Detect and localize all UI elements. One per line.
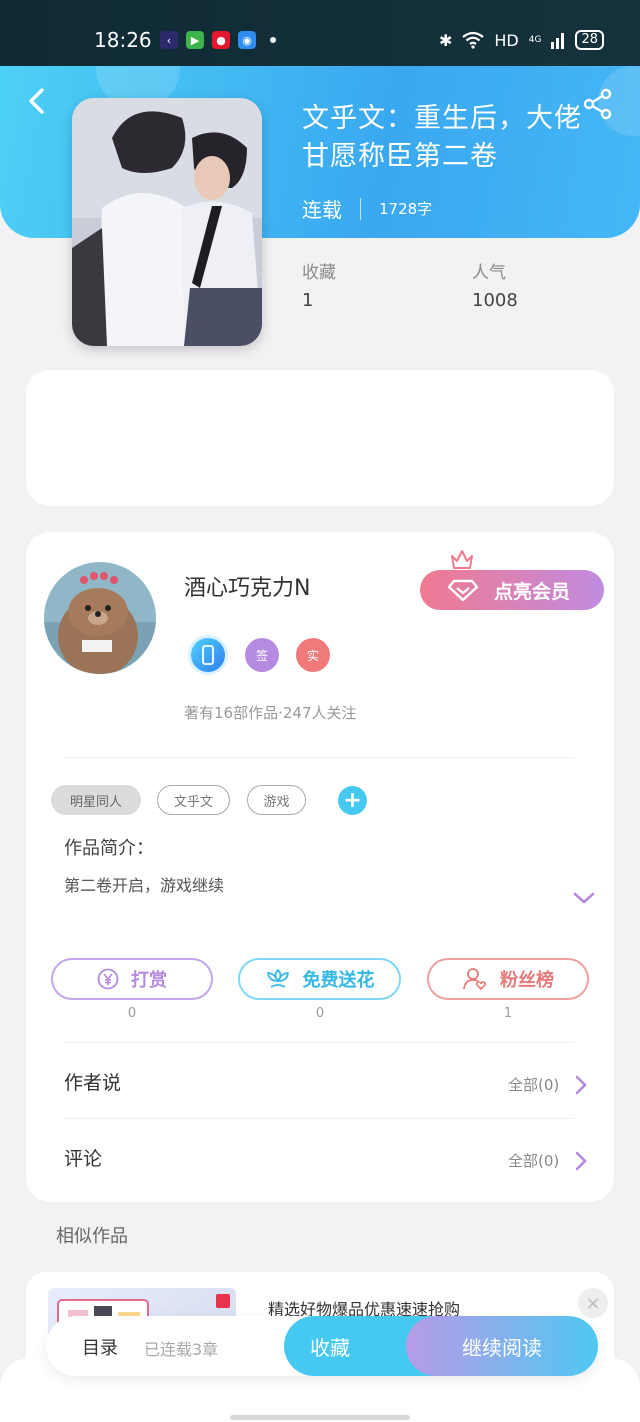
more-notifications-dot xyxy=(270,37,276,43)
status-time: 18:26 xyxy=(94,28,152,52)
section-divider xyxy=(64,1042,574,1043)
status-indicators: ✱ HD 4G 28 xyxy=(439,30,604,50)
weibo-icon: ● xyxy=(212,31,230,49)
home-indicator[interactable] xyxy=(230,1415,410,1420)
tag-item[interactable]: 游戏 xyxy=(247,785,306,815)
send-flower-button[interactable]: 免费送花 xyxy=(238,958,401,1000)
vip-button-label: 点亮会员 xyxy=(494,580,571,603)
expand-chevron-icon[interactable] xyxy=(572,890,596,906)
book-title: 文乎文：重生后，大佬甘愿称臣第二卷 xyxy=(302,103,582,172)
send-flower-label: 免费送花 xyxy=(302,970,375,991)
crown-icon xyxy=(451,550,473,569)
fans-count: 1 xyxy=(503,1006,513,1021)
flower-icon xyxy=(266,969,289,988)
meta-divider xyxy=(360,197,361,220)
signed-badge[interactable]: 签 xyxy=(245,638,279,672)
chevron-right-icon[interactable] xyxy=(574,1150,588,1172)
serial-status: 连载 xyxy=(302,198,342,222)
book-cover-image[interactable] xyxy=(72,98,262,346)
section-divider xyxy=(64,757,574,758)
chevron-right-icon[interactable] xyxy=(574,1074,588,1096)
similar-works-title: 相似作品 xyxy=(56,1226,128,1247)
signal-label: 4G xyxy=(528,34,542,45)
close-ad-icon[interactable]: × xyxy=(578,1288,608,1318)
author-says-label[interactable]: 作者说 xyxy=(64,1068,121,1095)
author-name[interactable]: 酒心巧克力N xyxy=(184,570,310,602)
bluetooth-icon: ✱ xyxy=(438,30,453,50)
battery-icon: 28 xyxy=(575,30,604,50)
cover-illustration xyxy=(72,98,262,346)
popularity-value: 1008 xyxy=(472,290,518,311)
chapters-count: 已连载3章 xyxy=(144,1340,219,1359)
back-button[interactable] xyxy=(22,86,52,116)
author-avatar[interactable] xyxy=(44,562,156,674)
notification-icons: ‹ ▶ ● ◉ xyxy=(160,31,276,49)
add-tag-button[interactable]: + xyxy=(338,786,367,815)
browser-icon: ◉ xyxy=(238,31,256,49)
video-icon: ▶ xyxy=(186,31,204,49)
author-stats: 著有16部作品·247人关注 xyxy=(184,704,357,722)
tip-count: 0 xyxy=(127,1006,137,1021)
favorites-label: 收藏 xyxy=(302,263,336,283)
level-badge-icon[interactable] xyxy=(191,638,225,672)
fans-ranking-label: 粉丝榜 xyxy=(500,970,554,991)
comments-label[interactable]: 评论 xyxy=(64,1144,102,1171)
network-label: HD xyxy=(494,30,519,50)
status-bar: 18:26 ‹ ▶ ● ◉ ✱ HD 4G 28 xyxy=(0,0,640,66)
collect-label: 收藏 xyxy=(310,1335,350,1360)
blank-card xyxy=(26,370,614,506)
word-count: 1728字 xyxy=(379,200,433,218)
wifi-icon xyxy=(462,31,485,49)
verified-badge[interactable]: 实 xyxy=(296,638,330,672)
comments-all[interactable]: 全部(0) xyxy=(508,1150,559,1171)
book-meta: 连载 1728字 xyxy=(302,194,432,223)
flower-count: 0 xyxy=(315,1006,325,1021)
catalog-button[interactable]: 目录 xyxy=(82,1334,118,1360)
tag-item[interactable]: 明星同人 xyxy=(51,785,141,815)
diamond-icon xyxy=(448,579,478,601)
tip-label: 打赏 xyxy=(131,970,167,991)
kuaishou-icon: ‹ xyxy=(160,31,178,49)
continue-reading-label: 继续阅读 xyxy=(462,1335,542,1360)
fans-ranking-button[interactable]: 粉丝榜 xyxy=(427,958,589,1000)
vip-member-button[interactable]: 点亮会员 xyxy=(420,570,604,610)
avatar-illustration xyxy=(44,562,156,674)
popularity-label: 人气 xyxy=(472,263,506,283)
yen-icon xyxy=(97,968,119,990)
continue-reading-button[interactable]: 继续阅读 xyxy=(406,1316,598,1376)
tag-item[interactable]: 文乎文 xyxy=(157,785,230,815)
tip-button[interactable]: 打赏 xyxy=(51,958,213,1000)
signal-icon xyxy=(551,33,565,49)
user-heart-icon xyxy=(463,968,487,991)
intro-text: 第二卷开启，游戏继续 xyxy=(64,876,225,895)
author-says-all[interactable]: 全部(0) xyxy=(508,1074,559,1095)
intro-label: 作品简介： xyxy=(64,838,154,859)
section-divider xyxy=(64,1118,574,1119)
favorites-value: 1 xyxy=(302,290,314,311)
